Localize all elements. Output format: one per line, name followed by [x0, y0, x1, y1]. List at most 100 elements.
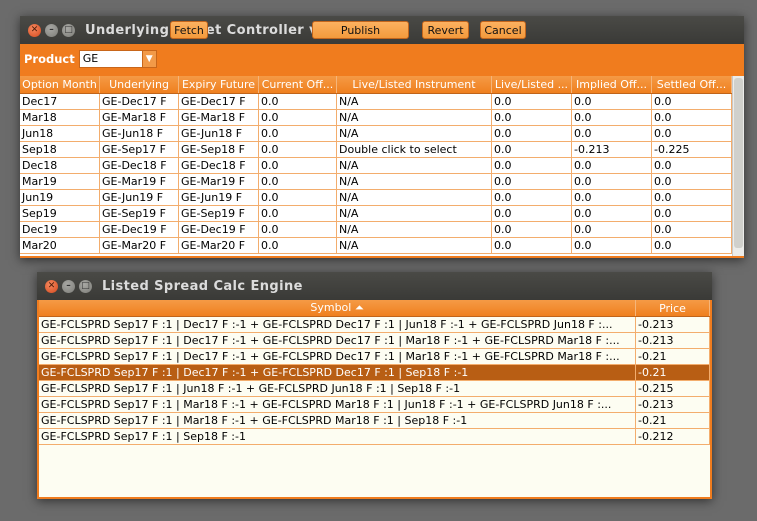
minimize-icon[interactable]: –: [62, 279, 75, 293]
spread-calc-window: ✕ – □ Listed Spread Calc Engine Symbol ⏶…: [37, 272, 712, 499]
column-header-expiry-future[interactable]: Expiry Future: [179, 76, 259, 93]
cell-expiry-future: GE-Mar19 F: [179, 174, 259, 189]
cell-expiry-future: GE-Jun19 F: [179, 190, 259, 205]
cell-settled-offset: 0.0: [652, 222, 732, 237]
cell-price: -0.212: [636, 429, 710, 444]
cell-live-listed-value: 0.0: [492, 110, 572, 125]
cell-live-listed-instrument[interactable]: N/A: [337, 222, 492, 237]
cell-price: -0.21: [636, 413, 710, 428]
cell-live-listed-value: 0.0: [492, 222, 572, 237]
revert-button[interactable]: Revert: [422, 21, 469, 39]
table-row[interactable]: Dec17 GE-Dec17 F GE-Dec17 F 0.0 N/A 0.0 0.0 0.0: [20, 94, 732, 110]
cell-live-listed-instrument[interactable]: N/A: [337, 126, 492, 141]
table-row[interactable]: Dec18 GE-Dec18 F GE-Dec18 F 0.0 N/A 0.0 0.0 0.0: [20, 158, 732, 174]
column-header-implied-offset[interactable]: Implied Off...: [572, 76, 652, 93]
table-row[interactable]: Sep18 GE-Sep17 F GE-Sep18 F 0.0 Double click…: [20, 142, 732, 158]
cell-live-listed-instrument[interactable]: N/A: [337, 158, 492, 173]
cell-live-listed-value: 0.0: [492, 158, 572, 173]
table-row[interactable]: Sep19 GE-Sep19 F GE-Sep19 F 0.0 N/A 0.0 0.0 0.0: [20, 206, 732, 222]
fetch-button[interactable]: Fetch: [170, 21, 208, 39]
minimize-icon[interactable]: –: [45, 23, 58, 37]
cell-live-listed-value: 0.0: [492, 142, 572, 157]
cell-underlying: GE-Dec18 F: [100, 158, 179, 173]
column-header-option-month[interactable]: Option Month: [20, 76, 100, 93]
cell-expiry-future: GE-Dec17 F: [179, 94, 259, 109]
column-header-live-listed-value[interactable]: Live/Listed ...: [492, 76, 572, 93]
column-header-live-listed-instrument[interactable]: Live/Listed Instrument: [337, 76, 492, 93]
cell-live-listed-instrument[interactable]: N/A: [337, 206, 492, 221]
close-icon[interactable]: ✕: [28, 23, 41, 37]
cell-live-listed-value: 0.0: [492, 238, 572, 253]
cell-live-listed-instrument[interactable]: N/A: [337, 174, 492, 189]
table-row[interactable]: Dec19 GE-Dec19 F GE-Dec19 F 0.0 N/A 0.0 0.0 0.0: [20, 222, 732, 238]
spread-calc-titlebar[interactable]: ✕ – □ Listed Spread Calc Engine: [37, 272, 712, 300]
table-row[interactable]: Mar20 GE-Mar20 F GE-Mar20 F 0.0 N/A 0.0 0.0 0.0: [20, 238, 732, 254]
table-row[interactable]: Jun19 GE-Jun19 F GE-Jun19 F 0.0 N/A 0.0 0.0 0.0: [20, 190, 732, 206]
cell-symbol: GE-FCLSPRD Sep17 F :1 | Dec17 F :-1 + GE…: [39, 317, 636, 332]
column-header-current-offset[interactable]: Current Off...: [259, 76, 337, 93]
cell-implied-offset: 0.0: [572, 222, 652, 237]
cell-current-offset: 0.0: [259, 142, 337, 157]
cell-live-listed-instrument[interactable]: N/A: [337, 110, 492, 125]
cell-live-listed-instrument[interactable]: N/A: [337, 94, 492, 109]
cell-current-offset: 0.0: [259, 174, 337, 189]
table-row[interactable]: GE-FCLSPRD Sep17 F :1 | Dec17 F :-1 + GE…: [39, 333, 710, 349]
cell-expiry-future: GE-Mar20 F: [179, 238, 259, 253]
cell-implied-offset: 0.0: [572, 238, 652, 253]
cell-current-offset: 0.0: [259, 238, 337, 253]
table-row[interactable]: GE-FCLSPRD Sep17 F :1 | Mar18 F :-1 + GE…: [39, 397, 710, 413]
offset-toolbar: Product GE ▼: [20, 44, 744, 74]
table-row[interactable]: GE-FCLSPRD Sep17 F :1 | Dec17 F :-1 + GE…: [39, 317, 710, 333]
column-header-symbol[interactable]: Symbol ⏶: [39, 300, 636, 316]
table-row[interactable]: Mar18 GE-Mar18 F GE-Mar18 F 0.0 N/A 0.0 0.0 0.0: [20, 110, 732, 126]
cell-underlying: GE-Dec17 F: [100, 94, 179, 109]
column-header-underlying[interactable]: Underlying: [100, 76, 179, 93]
cell-underlying: GE-Dec19 F: [100, 222, 179, 237]
publish-button[interactable]: Publish: [312, 21, 409, 39]
cell-live-listed-instrument[interactable]: N/A: [337, 190, 492, 205]
cell-underlying: GE-Sep19 F: [100, 206, 179, 221]
cell-option-month: Jun19: [20, 190, 100, 205]
cell-current-offset: 0.0: [259, 206, 337, 221]
table-row[interactable]: GE-FCLSPRD Sep17 F :1 | Mar18 F :-1 + GE…: [39, 413, 710, 429]
column-header-settled-offset[interactable]: Settled Off...: [652, 76, 732, 93]
cell-implied-offset: 0.0: [572, 94, 652, 109]
cell-option-month: Mar20: [20, 238, 100, 253]
cell-underlying: GE-Jun19 F: [100, 190, 179, 205]
scrollbar-thumb[interactable]: [734, 78, 743, 248]
cell-price: -0.215: [636, 381, 710, 396]
cell-symbol: GE-FCLSPRD Sep17 F :1 | Jun18 F :-1 + GE…: [39, 381, 636, 396]
cell-symbol: GE-FCLSPRD Sep17 F :1 | Dec17 F :-1 + GE…: [39, 365, 636, 380]
cell-settled-offset: 0.0: [652, 94, 732, 109]
cell-underlying: GE-Jun18 F: [100, 126, 179, 141]
table-row[interactable]: GE-FCLSPRD Sep17 F :1 | Dec17 F :-1 + GE…: [39, 349, 710, 365]
product-label: Product: [24, 52, 75, 66]
cell-underlying: GE-Mar20 F: [100, 238, 179, 253]
product-combo[interactable]: GE ▼: [78, 50, 157, 68]
table-row[interactable]: GE-FCLSPRD Sep17 F :1 | Dec17 F :-1 + GE…: [39, 365, 710, 381]
cell-current-offset: 0.0: [259, 126, 337, 141]
cell-expiry-future: GE-Mar18 F: [179, 110, 259, 125]
maximize-icon[interactable]: □: [79, 279, 92, 293]
column-header-price[interactable]: Price: [636, 300, 710, 316]
close-icon[interactable]: ✕: [45, 279, 58, 293]
cell-settled-offset: -0.225: [652, 142, 732, 157]
offset-table-scrollbar[interactable]: [732, 76, 744, 256]
cell-symbol: GE-FCLSPRD Sep17 F :1 | Mar18 F :-1 + GE…: [39, 413, 636, 428]
maximize-icon[interactable]: □: [62, 23, 75, 37]
cell-implied-offset: 0.0: [572, 174, 652, 189]
table-row[interactable]: Jun18 GE-Jun18 F GE-Jun18 F 0.0 N/A 0.0 0.0 0.0: [20, 126, 732, 142]
cell-live-listed-instrument[interactable]: Double click to select: [337, 142, 492, 157]
cell-settled-offset: 0.0: [652, 206, 732, 221]
window-title: Listed Spread Calc Engine: [102, 278, 303, 294]
table-row[interactable]: Mar19 GE-Mar19 F GE-Mar19 F 0.0 N/A 0.0 0.0 0.0: [20, 174, 732, 190]
cell-option-month: Jun18: [20, 126, 100, 141]
cell-symbol: GE-FCLSPRD Sep17 F :1 | Sep18 F :-1: [39, 429, 636, 444]
cancel-button[interactable]: Cancel: [480, 21, 526, 39]
table-row[interactable]: GE-FCLSPRD Sep17 F :1 | Sep18 F :-1 -0.21…: [39, 429, 710, 445]
spread-table-header: Symbol ⏶ Price: [39, 300, 710, 317]
product-input[interactable]: GE: [78, 50, 143, 68]
table-row[interactable]: GE-FCLSPRD Sep17 F :1 | Jun18 F :-1 + GE…: [39, 381, 710, 397]
cell-live-listed-instrument[interactable]: N/A: [337, 238, 492, 253]
chevron-down-icon[interactable]: ▼: [142, 50, 157, 68]
